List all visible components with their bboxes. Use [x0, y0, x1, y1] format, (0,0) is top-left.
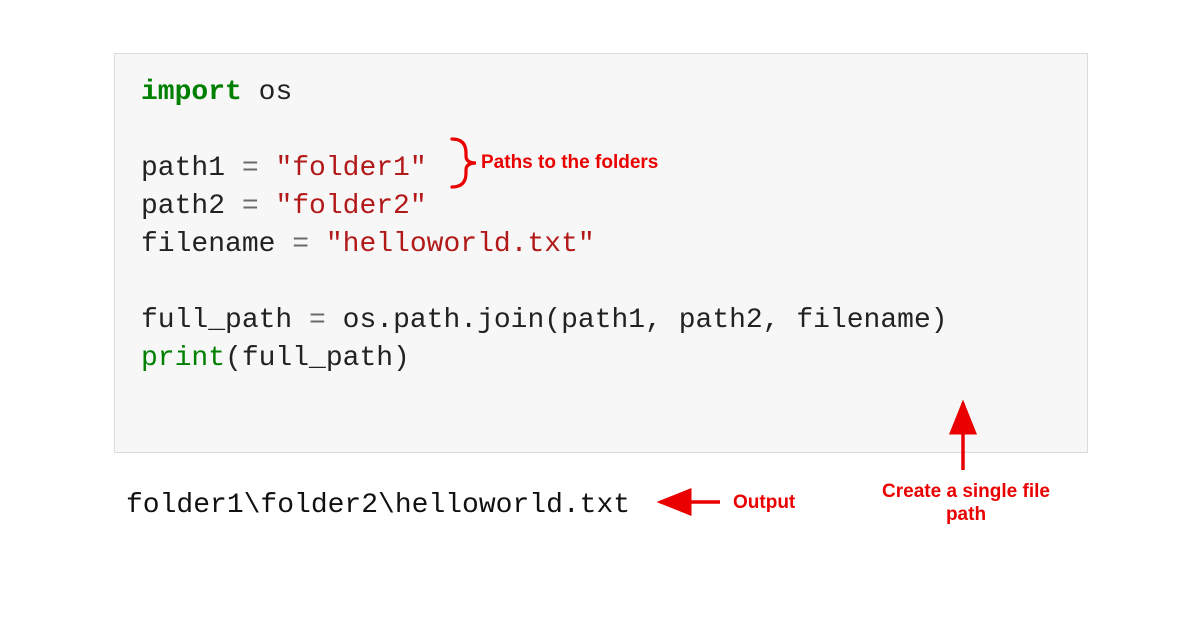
annotation-create-line1: Create a single file [882, 481, 1050, 502]
code-assign-op: = [225, 153, 275, 184]
code-string-folder1: "folder1" [275, 153, 426, 184]
code-var-fullpath: full_path [141, 305, 292, 336]
code-assign-op: = [292, 305, 342, 336]
code-string-helloworld: "helloworld.txt" [326, 229, 595, 260]
code-fn-print: print [141, 343, 225, 374]
code-assign-op: = [275, 229, 325, 260]
annotation-paths-to-folders: Paths to the folders [481, 152, 658, 175]
annotation-create-single-file-path: Create a single file path [861, 481, 1071, 527]
code-keyword-import: import [141, 77, 242, 108]
code-module-os: os [259, 77, 293, 108]
code-print-args: (full_path) [225, 343, 410, 374]
code-string-folder2: "folder2" [275, 191, 426, 222]
code-assign-op: = [225, 191, 275, 222]
annotation-create-line2: path [946, 504, 986, 525]
code-var-filename: filename [141, 229, 275, 260]
code-ospathjoin-call: os.path.join(path1, path2, filename) [343, 305, 948, 336]
annotation-output: Output [733, 492, 795, 515]
code-var-path1: path1 [141, 153, 225, 184]
output-text: folder1\folder2\helloworld.txt [126, 490, 630, 521]
code-block: import os path1 = "folder1" path2 = "fol… [114, 53, 1088, 453]
code-var-path2: path2 [141, 191, 225, 222]
